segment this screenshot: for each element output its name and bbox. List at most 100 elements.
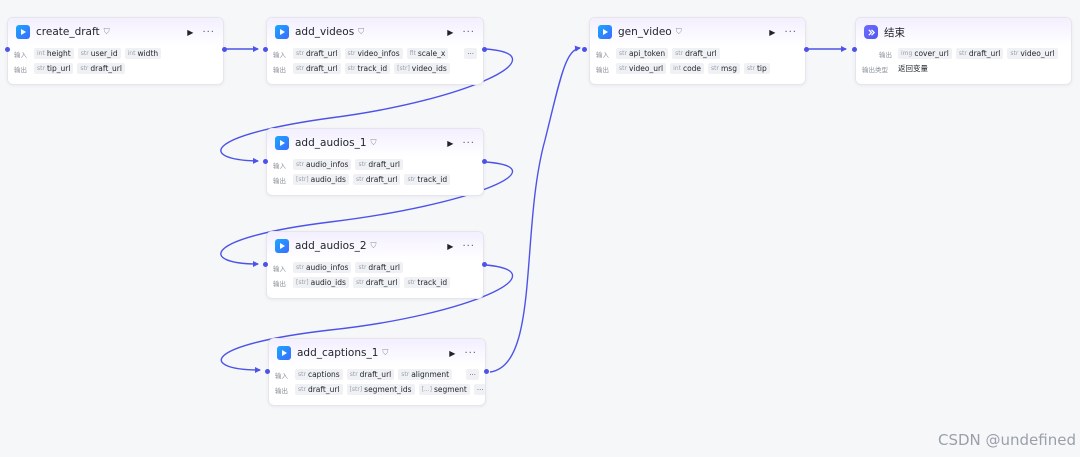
more-button[interactable]: ··· xyxy=(462,138,475,149)
output-label: 输出 xyxy=(273,279,286,288)
param-tag: [str] audio_ids xyxy=(293,277,349,288)
param-tag: [str] segment_ids xyxy=(346,384,415,395)
more-button[interactable]: ··· xyxy=(462,27,475,38)
run-button[interactable]: ▶ xyxy=(187,28,193,37)
output-type-label: 输出类型 xyxy=(862,65,888,74)
info-icon: ⛉ xyxy=(382,348,389,357)
node-title: add_audios_1 xyxy=(295,137,367,149)
output-port[interactable] xyxy=(482,262,487,267)
more-button[interactable]: ··· xyxy=(462,241,475,252)
output-label: 输出 xyxy=(14,65,27,74)
image-icon: img xyxy=(901,50,913,57)
input-row: 输入 str api_token str draft_url xyxy=(590,46,805,61)
node-create-draft[interactable]: create_draft ⛉ ▶ ··· 输入 int height str use… xyxy=(7,17,224,85)
node-gen-video[interactable]: gen_video ⛉ ▶ ··· 输入 str api_token str dra… xyxy=(589,17,806,85)
param-tag: str audio_infos xyxy=(293,262,352,273)
param-tag: str tip_url xyxy=(34,63,74,74)
run-button[interactable]: ▶ xyxy=(449,349,455,358)
node-header[interactable]: 结束 xyxy=(856,18,1071,46)
output-label: 输出 xyxy=(596,65,609,74)
node-add-audios-1[interactable]: add_audios_1 ⛉ ▶ ··· 输入 str audio_infos s… xyxy=(266,128,484,196)
input-row: 输入 str draft_url str video_infos flt scale_… xyxy=(267,46,483,61)
input-port[interactable] xyxy=(263,159,268,164)
run-button[interactable]: ▶ xyxy=(447,242,453,251)
node-header[interactable]: add_videos ⛉ ▶ ··· xyxy=(267,18,483,46)
param-tag: [str] video_ids xyxy=(394,63,450,74)
plugin-icon xyxy=(598,25,612,39)
output-port[interactable] xyxy=(222,47,227,52)
input-row: 输入 int height str user_id int width xyxy=(8,46,223,61)
plugin-icon xyxy=(16,25,30,39)
run-button[interactable]: ▶ xyxy=(769,28,775,37)
input-port[interactable] xyxy=(263,262,268,267)
node-header[interactable]: create_draft ⛉ ▶ ··· xyxy=(8,18,223,46)
output-port[interactable] xyxy=(484,369,489,374)
output-port[interactable] xyxy=(482,159,487,164)
param-tag: int width xyxy=(124,48,162,59)
more-button[interactable]: ··· xyxy=(202,27,215,38)
watermark: CSDN @undefined xyxy=(937,431,1076,449)
plugin-icon xyxy=(277,346,291,360)
param-tag: str alignment xyxy=(398,369,453,380)
param-tag: str draft_url xyxy=(293,48,341,59)
param-tag: str track_id xyxy=(404,174,451,185)
node-header[interactable]: add_audios_1 ⛉ ▶ ··· xyxy=(267,129,483,157)
param-tag: [...] segment xyxy=(418,384,470,395)
param-tag: [str] audio_ids xyxy=(293,174,349,185)
param-tag: str user_id xyxy=(77,48,121,59)
plugin-icon xyxy=(275,239,289,253)
param-tag: str draft_url xyxy=(955,48,1004,59)
node-add-audios-2[interactable]: add_audios_2 ⛉ ▶ ··· 输入 str audio_infos s… xyxy=(266,231,484,299)
more-params-button[interactable]: ··· xyxy=(473,384,485,395)
param-tag: str draft_url xyxy=(352,277,401,288)
node-header[interactable]: gen_video ⛉ ▶ ··· xyxy=(590,18,805,46)
param-tag: str video_url xyxy=(1007,48,1058,59)
input-port[interactable] xyxy=(5,47,10,52)
param-tag: str audio_infos xyxy=(293,159,352,170)
node-title: gen_video xyxy=(618,26,672,38)
run-button[interactable]: ▶ xyxy=(447,139,453,148)
input-port[interactable] xyxy=(263,47,268,52)
input-label: 输入 xyxy=(596,50,609,59)
param-tag: str track_id xyxy=(404,277,451,288)
param-tag: str captions xyxy=(295,369,343,380)
param-tag: str draft_url xyxy=(295,384,343,395)
input-label: 输入 xyxy=(14,50,27,59)
input-port[interactable] xyxy=(852,47,857,52)
info-icon: ⛉ xyxy=(103,27,110,36)
input-port[interactable] xyxy=(265,369,270,374)
node-title: create_draft xyxy=(36,26,100,38)
input-port[interactable] xyxy=(582,47,587,52)
param-tag: str draft_url xyxy=(672,48,720,59)
output-port[interactable] xyxy=(804,47,809,52)
output-row: 输出 str draft_url str track_id [str] video_i… xyxy=(267,61,483,76)
plugin-icon xyxy=(275,25,289,39)
node-end[interactable]: 结束 输出 img cover_url str draft_url str video… xyxy=(855,17,1072,85)
info-icon: ⛉ xyxy=(675,27,682,36)
param-tag: str tip xyxy=(743,63,770,74)
param-tag: img cover_url xyxy=(898,48,952,59)
output-label: 输出 xyxy=(275,386,288,395)
node-title: add_audios_2 xyxy=(295,240,367,252)
output-port[interactable] xyxy=(482,47,487,52)
more-button[interactable]: ··· xyxy=(464,348,477,359)
info-icon: ⛉ xyxy=(370,138,377,147)
run-button[interactable]: ▶ xyxy=(447,28,453,37)
more-button[interactable]: ··· xyxy=(784,27,797,38)
output-row: 输出 img cover_url str draft_url str video_ur… xyxy=(856,46,1071,61)
param-tag: str draft_url xyxy=(77,63,125,74)
output-type-value: 返回变量 xyxy=(898,64,928,73)
node-header[interactable]: add_captions_1 ⛉ ▶ ··· xyxy=(269,339,485,367)
node-add-videos[interactable]: add_videos ⛉ ▶ ··· 输入 str draft_url str vi… xyxy=(266,17,484,85)
param-tag: str draft_url xyxy=(352,174,401,185)
input-row: 输入 str audio_infos str draft_url xyxy=(267,260,483,275)
more-params-button[interactable]: ··· xyxy=(466,369,479,380)
input-label: 输入 xyxy=(273,161,286,170)
node-add-captions-1[interactable]: add_captions_1 ⛉ ▶ ··· 输入 str captions st… xyxy=(268,338,486,406)
node-title: add_videos xyxy=(295,26,355,38)
info-icon: ⛉ xyxy=(370,241,377,250)
output-label: 输出 xyxy=(879,50,892,59)
more-params-button[interactable]: ··· xyxy=(464,48,477,59)
param-tag: str draft_url xyxy=(355,159,403,170)
node-header[interactable]: add_audios_2 ⛉ ▶ ··· xyxy=(267,232,483,260)
